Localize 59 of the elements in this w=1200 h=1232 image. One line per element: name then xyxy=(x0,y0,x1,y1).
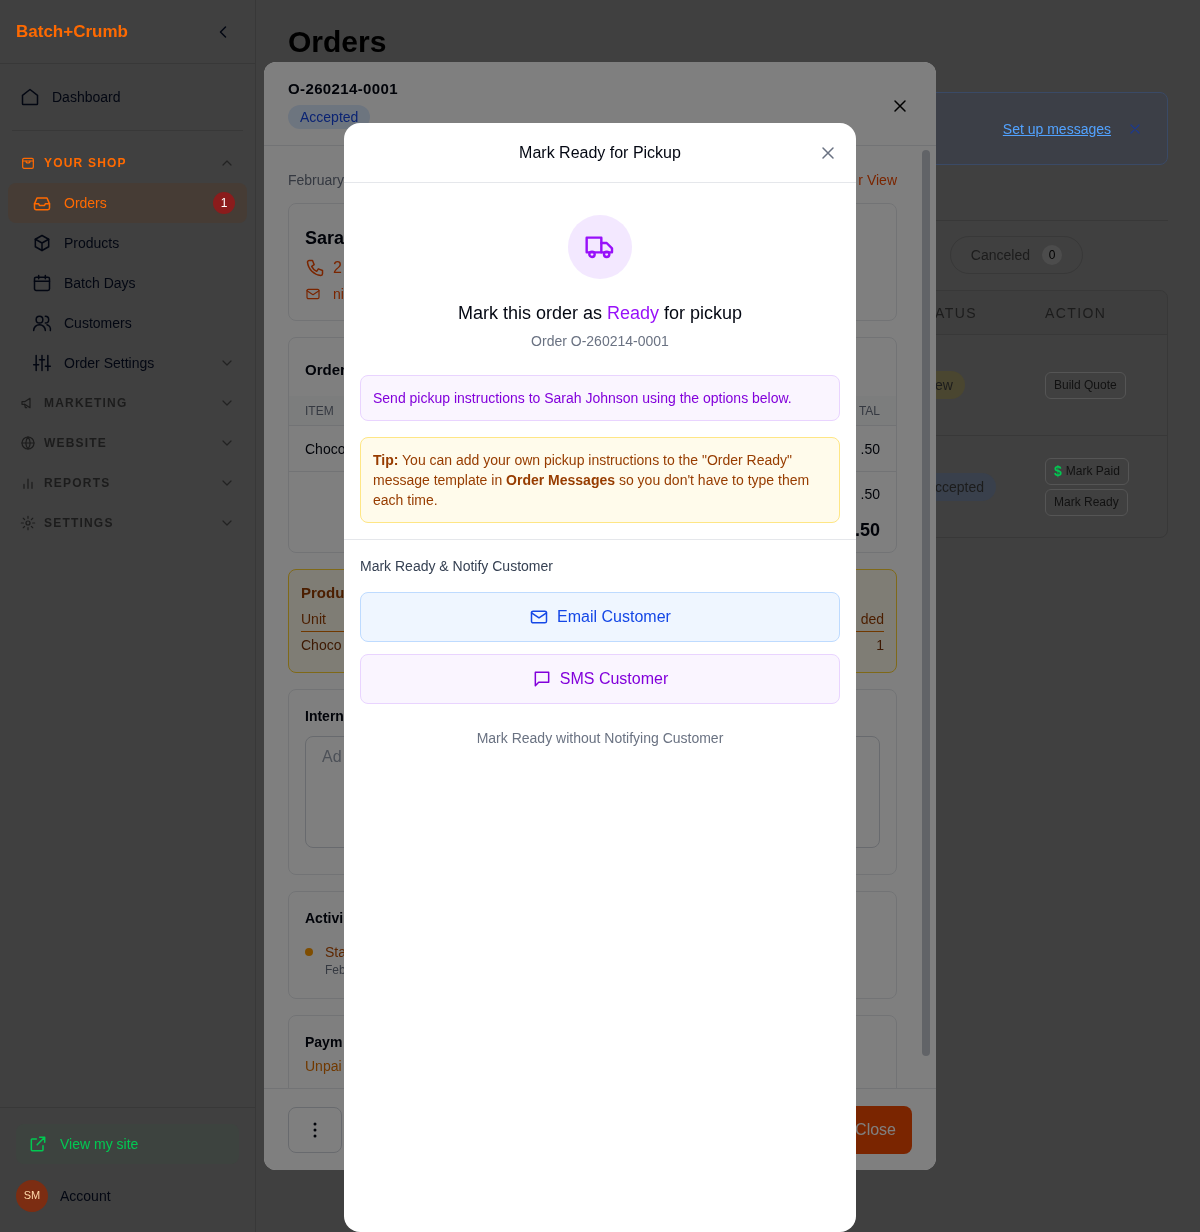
globe-icon xyxy=(20,435,36,451)
card-title: Paym xyxy=(305,1033,343,1052)
card-title: Intern xyxy=(305,707,344,726)
nav-link[interactable]: Batch Days xyxy=(8,263,247,303)
cube-icon xyxy=(32,233,52,253)
payment-status: Unpai xyxy=(305,1057,342,1076)
total-value: .50 xyxy=(854,519,880,542)
bag-icon xyxy=(20,155,36,171)
info-message: Send pickup instructions to Sarah Johnson using the options below. xyxy=(360,375,840,421)
count-badge: 0 xyxy=(1042,245,1062,265)
account-link[interactable]: SM Account xyxy=(16,1172,239,1220)
skip-notify-link[interactable]: Mark Ready without Notifying Customer xyxy=(476,728,724,748)
brand-logo: Batch+Crumb xyxy=(16,20,128,43)
column-header: Unit xyxy=(301,609,326,629)
nav-link[interactable]: Orders 1 xyxy=(8,183,247,223)
phone-icon xyxy=(305,258,325,278)
sms-customer-button[interactable]: SMS Customer xyxy=(360,654,840,704)
modal-title: Mark Ready for Pickup xyxy=(519,142,681,163)
mail-icon xyxy=(305,286,321,302)
table-cell-text: Choco xyxy=(301,636,342,655)
column-header: TAL xyxy=(858,402,880,419)
more-options-button[interactable] xyxy=(288,1106,342,1153)
card-title: Order xyxy=(305,360,346,380)
modal-heading: Mark this order as Ready for pickup xyxy=(457,302,743,325)
calendar-icon xyxy=(32,273,52,293)
subtotal-value: .50 xyxy=(860,485,880,504)
home-icon xyxy=(20,87,40,107)
customer-name: Sara xyxy=(305,227,345,250)
order-date: February xyxy=(288,171,345,190)
column-header: ded xyxy=(860,609,884,629)
tip-message: Tip: You can add your own pickup instructions to the "Order Ready" message template in Order Messages so you don't have to type them each time. xyxy=(360,437,840,523)
card-title: Activi xyxy=(305,909,344,928)
table-cell-text: Choco xyxy=(305,439,346,459)
more-icon xyxy=(313,1121,317,1138)
mail-icon xyxy=(529,607,550,627)
nav-link[interactable]: Dashboard xyxy=(8,76,247,118)
email-customer-button[interactable]: Email Customer xyxy=(360,592,840,642)
nav-link[interactable]: Products xyxy=(8,223,247,263)
page-title: Orders xyxy=(288,24,387,60)
table-cell-text: 1 xyxy=(876,636,884,655)
order-number: O-260214-0001 xyxy=(288,79,398,99)
nav-link[interactable]: Order Settings xyxy=(8,343,247,383)
view-link[interactable]: r View xyxy=(858,170,897,190)
table-cell-text: .50 xyxy=(860,439,880,459)
nav-link[interactable]: Customers xyxy=(8,303,247,343)
count-badge: 1 xyxy=(213,192,235,214)
avatar: SM xyxy=(16,1180,48,1212)
status-badge: Accepted xyxy=(288,104,371,129)
phone-number: 2 xyxy=(333,258,342,278)
section-label: Mark Ready & Notify Customer xyxy=(360,557,554,576)
column-header: ITEM xyxy=(305,402,334,419)
order-subtitle: Order O-260214-0001 xyxy=(531,332,669,351)
external-link-icon xyxy=(28,1134,48,1154)
email-address: ni xyxy=(333,285,344,304)
sliders-icon xyxy=(32,353,52,373)
nav-section-header[interactable]: YOUR SHOP xyxy=(8,143,247,183)
card-title: Produ xyxy=(301,583,345,603)
setup-messages-link[interactable]: Set up messages xyxy=(1002,118,1111,139)
users-icon xyxy=(32,313,52,333)
